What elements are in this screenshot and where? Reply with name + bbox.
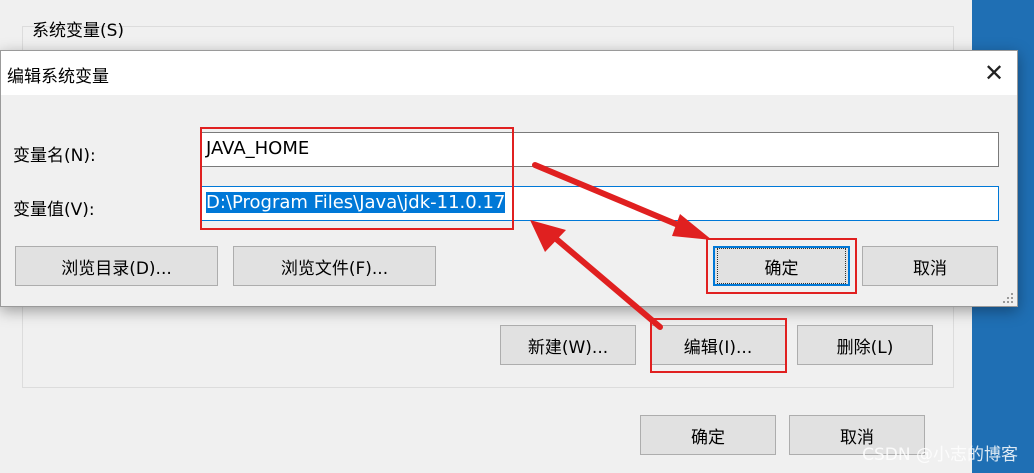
annotation-arrows xyxy=(530,162,712,330)
csdn-watermark: CSDN @小志的博客 xyxy=(862,445,1018,465)
arrow-head-value xyxy=(530,220,566,252)
arrow-to-value-field xyxy=(545,229,663,330)
arrow-to-ok xyxy=(532,162,698,235)
arrow-head-ok xyxy=(672,214,712,240)
